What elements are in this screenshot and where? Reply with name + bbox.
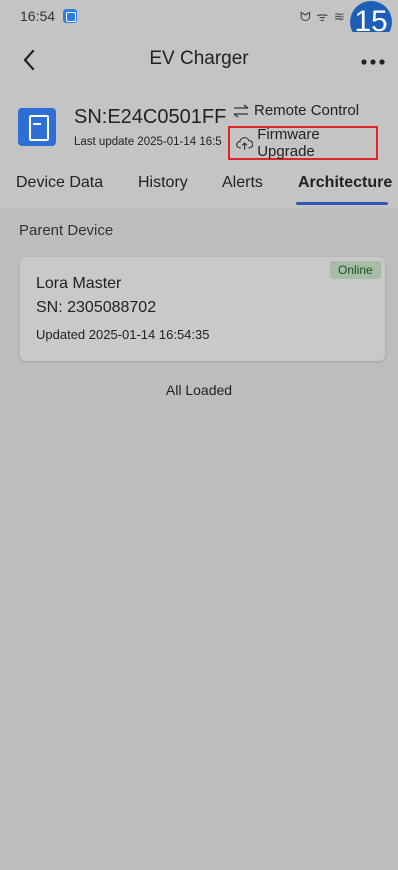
firmware-upgrade-label: Firmware Upgrade: [257, 126, 320, 160]
parent-device-sn: SN: 2305088702: [36, 299, 157, 316]
page-title: EV Charger: [149, 48, 249, 69]
tab-architecture[interactable]: Architecture: [298, 174, 392, 192]
device-serial-number: SN:E24C0501FF: [74, 106, 227, 128]
more-options-icon[interactable]: [360, 58, 386, 66]
device-last-update: Last update 2025-01-14 16:5: [74, 136, 222, 148]
parent-device-name: Lora Master: [36, 275, 122, 292]
tab-device-data[interactable]: Device Data: [16, 174, 103, 192]
status-time: 16:54: [20, 8, 56, 24]
cloud-upload-icon: [236, 137, 254, 150]
status-icons: ᗢ ᯤ ≋: [300, 9, 346, 24]
tab-bar: Device Data History Alerts Architecture: [0, 166, 398, 208]
tab-alerts[interactable]: Alerts: [222, 174, 263, 192]
parent-device-heading: Parent Device: [19, 222, 114, 239]
tab-history[interactable]: History: [138, 174, 188, 192]
remote-control-button[interactable]: Remote Control: [232, 102, 359, 119]
remote-control-label: Remote Control: [254, 102, 360, 119]
active-tab-indicator: [296, 202, 388, 205]
parent-device-updated: Updated 2025-01-14 16:54:35: [36, 327, 210, 342]
charger-device-icon: [18, 108, 56, 146]
swap-arrows-icon: [233, 103, 249, 118]
status-bar: 16:54 ᗢ ᯤ ≋: [0, 0, 398, 32]
notification-app-icon: [63, 9, 77, 23]
parent-device-card[interactable]: Online Lora Master SN: 2305088702 Update…: [20, 257, 385, 361]
device-info-panel: SN:E24C0501FF Last update 2025-01-14 16:…: [0, 88, 398, 166]
app-header: EV Charger: [0, 32, 398, 88]
status-badge: Online: [330, 261, 381, 279]
app-screen: 16:54 ᗢ ᯤ ≋ 15 EV Charger SN:E24C0501FF …: [0, 0, 398, 870]
list-end-message: All Loaded: [165, 382, 233, 398]
firmware-upgrade-button[interactable]: Firmware Upgrade: [228, 126, 378, 160]
